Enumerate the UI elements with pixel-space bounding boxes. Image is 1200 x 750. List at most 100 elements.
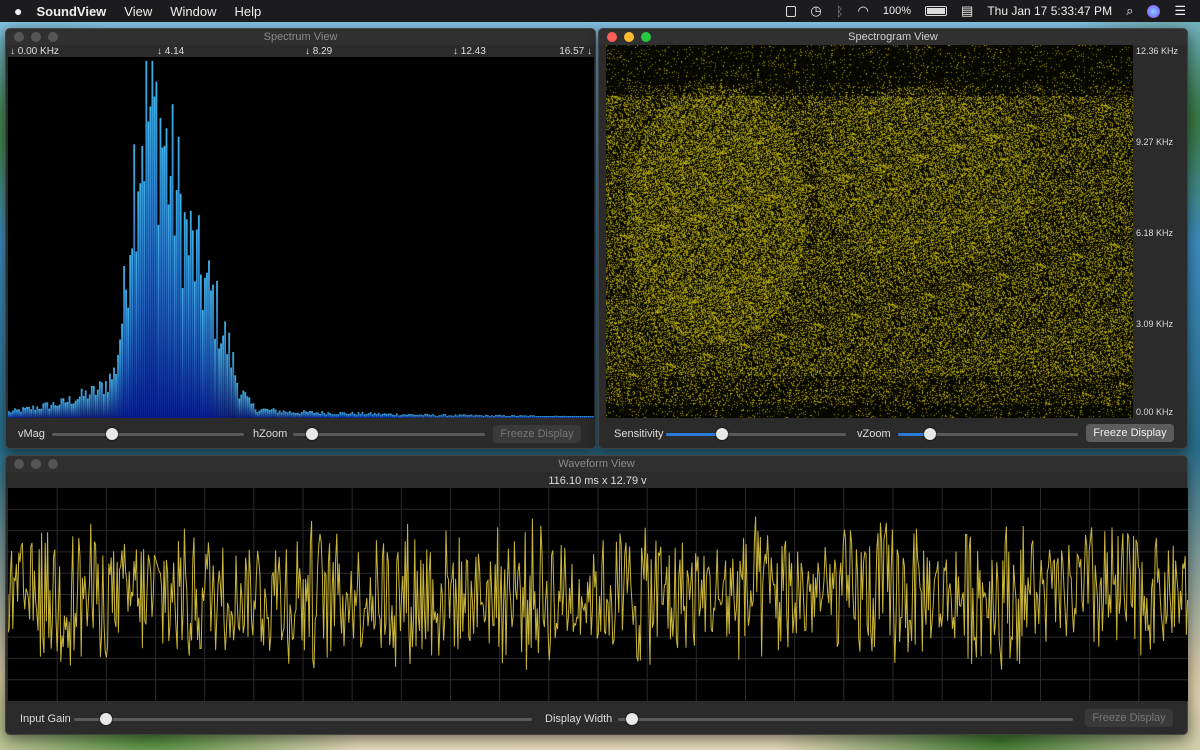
menu-window[interactable]: Window	[170, 4, 216, 19]
spectrum-bar	[347, 414, 350, 418]
display-width-slider[interactable]	[618, 712, 1073, 726]
axis-label: 6.18 KHz	[1136, 228, 1174, 238]
zoom-icon[interactable]	[48, 459, 58, 469]
spectrum-bar	[371, 414, 374, 418]
spectrum-bar	[16, 409, 18, 418]
spectrum-bar	[70, 403, 73, 418]
minimize-icon[interactable]	[31, 459, 41, 469]
input-gain-slider[interactable]	[74, 712, 532, 726]
spectrum-bar	[480, 415, 483, 418]
spectrum-bar	[92, 386, 95, 418]
spectrum-bar	[117, 354, 119, 418]
slider-knob[interactable]	[924, 428, 937, 440]
battery-icon[interactable]	[925, 6, 948, 16]
spectrum-bar	[587, 416, 590, 418]
menu-view[interactable]: View	[124, 4, 152, 19]
spectrum-bar	[553, 415, 556, 418]
axis-label: 9.27 KHz	[1136, 137, 1174, 147]
spectrum-bar	[167, 204, 170, 418]
minimize-icon[interactable]	[31, 32, 41, 42]
time-machine-icon[interactable]: ◷	[810, 3, 821, 19]
spectrum-bar	[361, 411, 364, 418]
window-title: Spectrum View	[263, 31, 338, 43]
slider-knob[interactable]	[100, 713, 113, 725]
freeze-display-button[interactable]: Freeze Display	[1086, 424, 1174, 442]
spectrum-bar	[40, 408, 43, 418]
slider-knob[interactable]	[715, 428, 728, 440]
spectrum-bar	[208, 260, 210, 418]
spectrum-bar	[454, 414, 457, 418]
spectrum-bar	[228, 332, 231, 418]
freeze-display-button[interactable]: Freeze Display	[493, 425, 581, 443]
spectrum-bar	[86, 398, 89, 418]
menu-help[interactable]: Help	[235, 4, 262, 19]
input-gain-label: Input Gain	[20, 713, 71, 725]
input-menu-icon[interactable]: ▤	[961, 3, 973, 19]
apple-icon[interactable]: ●	[14, 3, 22, 19]
spectrum-plot	[8, 57, 594, 418]
vzoom-slider[interactable]	[898, 427, 1078, 441]
battery-percent[interactable]: 100%	[883, 5, 911, 17]
wifi-icon[interactable]: ◠	[858, 3, 869, 19]
spectrum-bar	[88, 394, 91, 418]
spectrum-bar	[90, 385, 93, 418]
close-icon[interactable]	[14, 32, 24, 42]
sensitivity-slider[interactable]	[666, 427, 846, 441]
spectrum-bar	[369, 412, 372, 418]
close-icon[interactable]	[14, 459, 24, 469]
slider-knob[interactable]	[306, 428, 319, 440]
spectrum-bar	[575, 416, 578, 418]
spectrum-bar	[169, 176, 172, 418]
spectrum-bar	[111, 379, 113, 418]
spectrum-bar	[450, 415, 453, 418]
slider-track	[293, 433, 485, 436]
spectrum-bar	[357, 412, 360, 418]
minimize-icon[interactable]	[624, 32, 634, 42]
spectrum-bar	[36, 406, 39, 418]
freq-label: ↓ 4.14	[157, 46, 185, 57]
spectrum-bar	[50, 404, 53, 418]
spectrum-bar	[10, 412, 12, 418]
slider-knob[interactable]	[625, 713, 638, 725]
vmag-slider[interactable]	[52, 427, 244, 441]
screen-mirror-icon[interactable]	[786, 5, 797, 17]
spotlight-search-icon[interactable]: ⌕	[1126, 3, 1133, 19]
spectrum-bar	[195, 229, 198, 418]
spectrum-bar	[260, 409, 263, 418]
menu-app-name[interactable]: SoundView	[36, 4, 106, 19]
waveform-titlebar[interactable]: Waveform View	[6, 456, 1187, 472]
close-icon[interactable]	[607, 32, 617, 42]
spectrum-bar	[143, 181, 146, 418]
slider-track	[74, 718, 532, 721]
bluetooth-icon[interactable]: ᛒ	[836, 4, 844, 19]
slider-knob[interactable]	[105, 428, 118, 440]
spectrogram-titlebar[interactable]: Spectrogram View	[599, 29, 1187, 45]
spectrum-bar	[533, 415, 536, 418]
spectrum-bar	[511, 415, 513, 418]
spectrum-bar	[139, 183, 142, 418]
zoom-icon[interactable]	[641, 32, 651, 42]
spectrum-bar	[34, 409, 37, 418]
spectrum-titlebar[interactable]: Spectrum View	[6, 29, 595, 45]
hzoom-slider[interactable]	[293, 427, 485, 441]
spectrum-bar	[414, 414, 416, 418]
siri-icon[interactable]	[1147, 4, 1161, 18]
zoom-icon[interactable]	[48, 32, 58, 42]
spectrum-bar	[333, 414, 336, 418]
spectrum-bar	[319, 413, 322, 418]
notification-center-icon[interactable]: ☰	[1174, 3, 1186, 19]
spectrum-bar	[280, 412, 283, 418]
spectrum-bar	[525, 415, 528, 418]
spectrum-bar	[444, 414, 447, 418]
spectrum-bar	[323, 413, 326, 418]
spectrum-bar	[535, 416, 538, 418]
clock[interactable]: Thu Jan 17 5:33:47 PM	[987, 4, 1112, 18]
spectrum-bar	[373, 413, 376, 418]
spectrum-bar	[329, 413, 332, 418]
spectrum-bar	[131, 248, 134, 418]
spectrum-bar	[244, 392, 247, 418]
freeze-display-button[interactable]: Freeze Display	[1085, 709, 1173, 727]
spectrum-bar	[8, 411, 10, 418]
spectrum-bar	[317, 412, 319, 418]
spectrum-bar	[367, 413, 370, 418]
